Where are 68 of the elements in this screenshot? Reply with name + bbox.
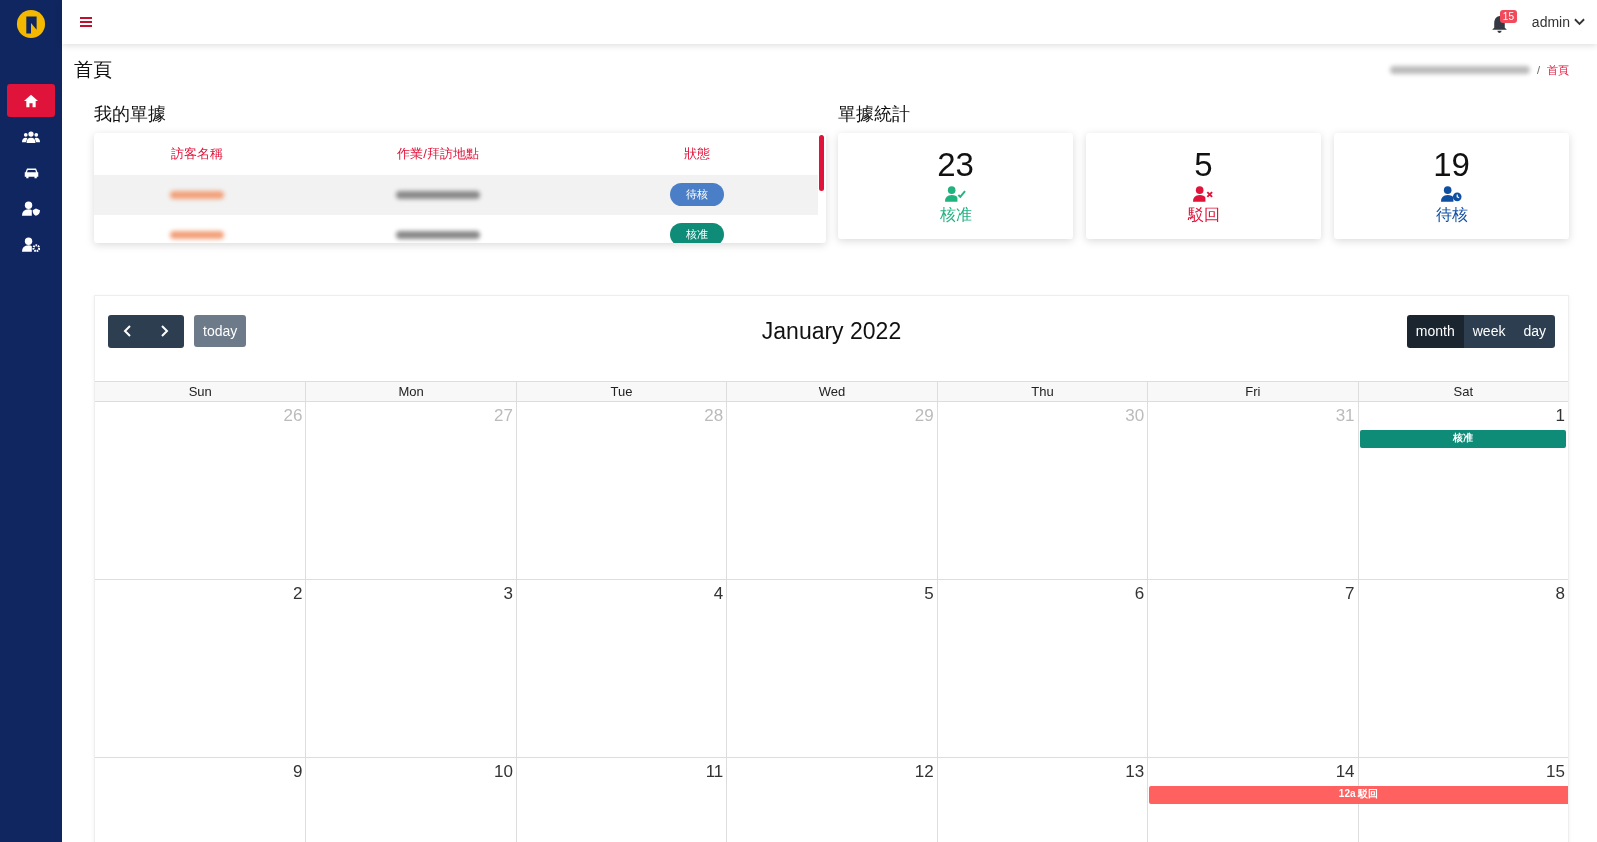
breadcrumb-separator: / <box>1536 64 1540 76</box>
home-icon <box>23 93 39 108</box>
column-header: 訪客名稱 <box>170 145 224 163</box>
column-header: 狀態 <box>683 145 711 163</box>
chevron-right-icon <box>161 325 169 337</box>
page-title: 首頁 <box>74 58 112 82</box>
day-number: 27 <box>493 406 513 426</box>
status-badge: 核准 <box>670 223 724 243</box>
status-badge: 待核 <box>670 183 724 206</box>
weekday-header: Mon <box>305 382 516 402</box>
weekday-header: Tue <box>515 382 727 402</box>
day-number: 28 <box>704 406 724 426</box>
section-title: 我的單據 <box>94 103 167 126</box>
blurred-text <box>170 231 224 239</box>
weekday-header: Sat <box>1357 382 1568 402</box>
day-number: 7 <box>1345 584 1355 604</box>
user-shield-icon <box>22 201 40 216</box>
user-gear-icon <box>22 237 40 252</box>
weekday-header: Fri <box>1147 382 1358 402</box>
blurred-text <box>170 191 224 199</box>
column-header: 作業/拜訪地點 <box>396 145 480 163</box>
day-number: 4 <box>713 584 724 604</box>
chevron-down-icon <box>1574 18 1585 26</box>
weekday-header: Wed <box>726 382 937 402</box>
calendar-title: January 2022 <box>761 317 902 345</box>
day-number: 26 <box>283 406 303 426</box>
calendar-event[interactable]: 核准 <box>1359 430 1566 448</box>
day-number: 31 <box>1335 406 1355 426</box>
stat-label: 待核 <box>1435 204 1468 225</box>
day-number: 30 <box>1125 406 1145 426</box>
day-number: 11 <box>705 762 724 782</box>
view-button[interactable]: week <box>1463 314 1515 348</box>
stat-value: 23 <box>937 146 974 183</box>
scrollbar-thumb[interactable] <box>819 135 824 191</box>
stat-value: 19 <box>1433 146 1470 183</box>
day-number: 6 <box>1134 584 1145 604</box>
view-button[interactable]: month <box>1406 314 1464 348</box>
notification-count: 15 <box>1499 10 1517 23</box>
next-button[interactable] <box>146 314 184 348</box>
previous-button[interactable] <box>108 314 146 348</box>
section-title: 單據統計 <box>838 103 911 126</box>
day-number: 1 <box>1555 406 1565 426</box>
logo-icon <box>16 9 46 39</box>
day-number: 12 <box>914 762 934 782</box>
stat-label: 駁回 <box>1187 204 1220 225</box>
day-number: 29 <box>914 406 934 426</box>
day-number: 13 <box>1125 762 1145 782</box>
user-menu[interactable]: admin <box>1531 14 1585 30</box>
chevron-left-icon <box>123 325 131 337</box>
menu-icon[interactable] <box>80 17 92 27</box>
car-icon <box>23 166 39 179</box>
stat-label: 核准 <box>939 204 972 225</box>
view-button[interactable]: day <box>1514 314 1555 348</box>
day-number: 9 <box>292 762 303 782</box>
day-number: 2 <box>292 584 303 604</box>
users-icon <box>22 130 40 143</box>
today-button[interactable]: today <box>194 315 247 347</box>
day-number: 3 <box>503 584 513 604</box>
day-number: 8 <box>1555 584 1565 604</box>
weekday-header: Thu <box>936 382 1148 402</box>
breadcrumb-current: 首頁 <box>1547 62 1569 78</box>
notification-button[interactable]: 15 <box>1490 10 1516 34</box>
day-number: 5 <box>924 584 934 604</box>
weekday-header: Sun <box>95 382 306 402</box>
stat-value: 5 <box>1194 146 1213 183</box>
day-number: 15 <box>1546 762 1565 782</box>
day-number: 10 <box>493 762 513 782</box>
day-number: 14 <box>1335 762 1355 782</box>
